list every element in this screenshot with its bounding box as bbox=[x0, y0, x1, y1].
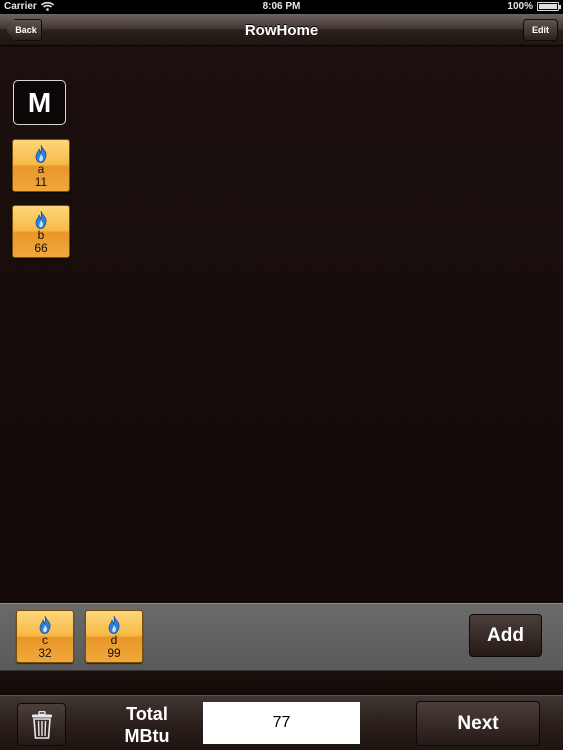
bottom-strip bbox=[0, 671, 563, 695]
flame-icon bbox=[39, 616, 51, 634]
appliance-tile-a[interactable]: a 11 bbox=[12, 139, 70, 192]
flame-icon bbox=[35, 211, 47, 229]
battery-icon bbox=[537, 2, 561, 11]
total-mbtu-label: Total MBtu bbox=[124, 704, 170, 746]
add-button[interactable]: Add bbox=[469, 614, 542, 657]
tile-value: 66 bbox=[34, 241, 48, 255]
appliance-tray: c 32 d 99 Add bbox=[0, 603, 563, 671]
appliance-tile-c[interactable]: c 32 bbox=[16, 610, 74, 663]
trash-icon bbox=[31, 710, 52, 739]
status-time: 8:06 PM bbox=[262, 1, 301, 12]
tile-value: 32 bbox=[38, 646, 52, 660]
tile-value: 11 bbox=[34, 175, 48, 189]
battery-percent: 100% bbox=[507, 1, 533, 12]
appliance-tile-d[interactable]: d 99 bbox=[85, 610, 143, 663]
flame-icon bbox=[35, 145, 47, 163]
main-area: M a 11 b 66 bbox=[0, 47, 563, 603]
next-button[interactable]: Next bbox=[416, 701, 540, 746]
edit-button[interactable]: Edit bbox=[523, 19, 558, 41]
status-battery: 100% bbox=[507, 1, 561, 12]
appliance-tile-b[interactable]: b 66 bbox=[12, 205, 70, 258]
navigation-bar: Back RowHome Edit bbox=[0, 14, 563, 46]
status-bar: Carrier 8:06 PM 100% bbox=[0, 0, 563, 14]
header-letter-box: M bbox=[13, 80, 66, 125]
trash-button[interactable] bbox=[17, 703, 66, 746]
bottom-toolbar: Total MBtu Next bbox=[0, 695, 563, 750]
page-title: RowHome bbox=[244, 22, 319, 39]
tile-value: 99 bbox=[107, 646, 121, 660]
total-mbtu-field[interactable] bbox=[203, 702, 360, 744]
flame-icon bbox=[108, 616, 120, 634]
